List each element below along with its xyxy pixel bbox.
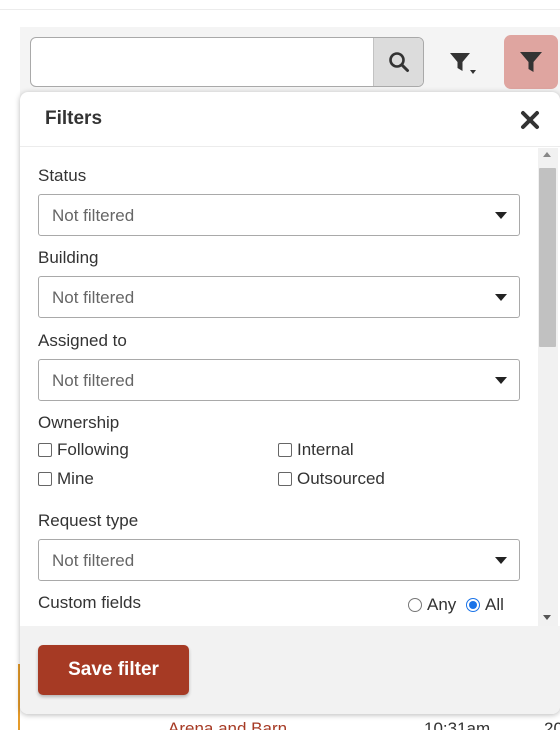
assigned-to-select-value: Not filtered [52, 371, 135, 390]
background-row-extra: 20 [544, 719, 560, 730]
filters-panel: Filters Status Not filtered Building Not… [20, 92, 560, 714]
status-select[interactable]: Not filtered [38, 194, 520, 236]
caret-down-icon [495, 212, 507, 219]
background-row-time: 10:31am [424, 719, 491, 730]
radio-button[interactable] [408, 598, 422, 612]
ownership-label: Ownership [38, 413, 120, 432]
assigned-to-select[interactable]: Not filtered [38, 359, 520, 401]
status-label: Status [38, 166, 87, 185]
ownership-following-label: Following [57, 440, 129, 459]
filter-dropdown-icon [450, 53, 476, 74]
ownership-internal-label: Internal [297, 440, 354, 459]
radio-button-selected[interactable] [466, 598, 480, 612]
filters-scrollbar[interactable] [538, 148, 558, 626]
building-select-value: Not filtered [52, 288, 135, 307]
building-label: Building [38, 248, 99, 267]
scroll-down-arrow-icon[interactable] [543, 615, 551, 620]
filters-panel-body: Status Not filtered Building Not filtere… [20, 148, 538, 626]
request-type-select-value: Not filtered [52, 551, 135, 570]
custom-fields-label: Custom fields [38, 593, 141, 612]
close-button[interactable] [518, 108, 542, 132]
caret-down-icon [495, 557, 507, 564]
filter-toggle-button[interactable] [504, 35, 558, 89]
caret-down-icon [495, 377, 507, 384]
search-input[interactable] [31, 38, 374, 86]
search-icon [388, 52, 409, 72]
status-select-value: Not filtered [52, 206, 135, 225]
building-select[interactable]: Not filtered [38, 276, 520, 318]
ownership-mine-label: Mine [57, 469, 94, 488]
custom-fields-any-radio[interactable]: Any [408, 595, 456, 615]
scroll-up-arrow-icon[interactable] [543, 152, 551, 157]
background-row-title[interactable]: Arena and Barn [168, 719, 287, 730]
request-type-label: Request type [38, 511, 139, 530]
filters-panel-footer: Save filter [20, 626, 560, 714]
checkbox-box[interactable] [278, 472, 292, 486]
close-icon [521, 111, 539, 129]
request-type-select[interactable]: Not filtered [38, 539, 520, 581]
ownership-internal-checkbox[interactable]: Internal [278, 440, 354, 460]
filters-panel-header: Filters [20, 92, 560, 147]
custom-fields-all-radio[interactable]: All [466, 595, 504, 615]
filter-icon [520, 52, 542, 72]
ownership-outsourced-label: Outsourced [297, 469, 385, 488]
checkbox-box[interactable] [38, 472, 52, 486]
search-field [30, 37, 424, 87]
checkbox-box[interactable] [38, 443, 52, 457]
top-divider [0, 9, 560, 10]
ownership-mine-checkbox[interactable]: Mine [38, 469, 94, 489]
filters-panel-title: Filters [45, 108, 103, 129]
search-button[interactable] [373, 38, 423, 86]
checkbox-box[interactable] [278, 443, 292, 457]
filter-options-button[interactable] [438, 37, 488, 89]
assigned-to-label: Assigned to [38, 331, 127, 350]
scrollbar-thumb[interactable] [539, 168, 556, 347]
custom-fields-any-label: Any [427, 595, 457, 614]
ownership-outsourced-checkbox[interactable]: Outsourced [278, 469, 385, 489]
caret-down-icon [495, 294, 507, 301]
ownership-following-checkbox[interactable]: Following [38, 440, 129, 460]
save-filter-button[interactable]: Save filter [38, 645, 189, 695]
custom-fields-all-label: All [485, 595, 504, 614]
